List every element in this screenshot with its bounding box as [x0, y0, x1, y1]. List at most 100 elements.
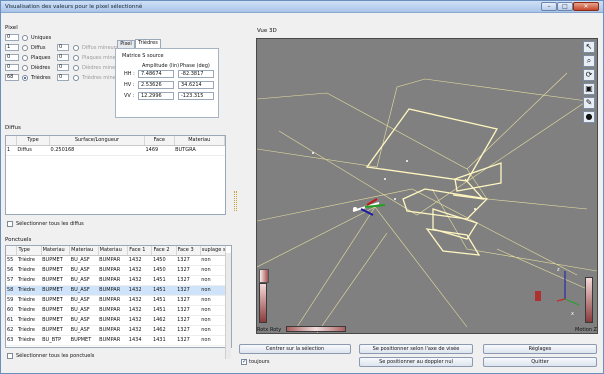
- table-cell: 1327: [176, 305, 201, 316]
- count-field[interactable]: 0: [5, 54, 19, 61]
- table-row[interactable]: 61 Trièdre BUPMET BU_ASF BUMPAR 1432 1462 1327 n…: [6, 315, 226, 326]
- 3d-scene[interactable]: z x: [256, 39, 598, 334]
- table-row[interactable]: 63 Trièdre BU_BTP BUPMET BUMPAR 1434 1431 1327 n…: [6, 335, 226, 346]
- quit-button[interactable]: Quitter: [483, 357, 597, 367]
- table-cell: non: [200, 325, 226, 336]
- table-cell: Trièdre: [16, 305, 42, 316]
- measure-icon[interactable]: ✎: [583, 97, 595, 109]
- minor-radio-3[interactable]: [73, 64, 79, 71]
- value-field[interactable]: 0: [57, 74, 69, 81]
- close-button[interactable]: ✕: [573, 2, 599, 11]
- settings-button[interactable]: Réglages: [483, 344, 597, 354]
- minor-label: Diffus mineurs: [82, 44, 119, 51]
- maximize-button[interactable]: □: [557, 2, 573, 11]
- type-radio-0[interactable]: [22, 34, 28, 41]
- table-cell: 1431: [151, 335, 177, 346]
- minor-radio-2[interactable]: [73, 54, 79, 61]
- type-radio-2[interactable]: [22, 54, 28, 61]
- phase-field[interactable]: -82.3817: [178, 70, 214, 78]
- table-cell: 1462: [151, 325, 177, 336]
- matrix-row-label: HH :: [124, 71, 135, 77]
- ponctuels-column-header[interactable]: Face 3: [176, 246, 201, 256]
- minimize-button[interactable]: –: [541, 2, 557, 11]
- rotate-icon[interactable]: ⟳: [583, 69, 595, 81]
- type-radio-1[interactable]: [22, 44, 28, 51]
- diffus-column-header[interactable]: Type: [16, 136, 50, 146]
- table-row[interactable]: 58 Trièdre BUPMET BU_ASF BUMPAR 1432 1451 1327 n…: [6, 285, 226, 296]
- rotx-slider[interactable]: [259, 283, 267, 323]
- table-cell: 1450: [151, 255, 177, 266]
- diffus-column-header[interactable]: Surface/Longueur: [49, 136, 145, 146]
- tab-pixel[interactable]: Pixel: [117, 40, 135, 48]
- roty-slider[interactable]: [286, 326, 346, 332]
- ponctuels-column-header[interactable]: Materiau: [41, 246, 71, 256]
- motion-z-slider[interactable]: [585, 277, 593, 323]
- ponctuels-column-header[interactable]: [6, 246, 18, 256]
- tab-triedres[interactable]: Trièdres: [135, 39, 161, 48]
- count-field[interactable]: 0: [5, 34, 19, 41]
- display-icon[interactable]: ▣: [583, 83, 595, 95]
- ponctuels-column-header[interactable]: Face 2: [151, 246, 177, 256]
- count-field[interactable]: 68: [5, 74, 19, 81]
- position-sight-axis-button[interactable]: Se positionner selon l'axe de visée: [359, 344, 473, 354]
- table-cell: BUPMET: [41, 265, 70, 276]
- diffus-column-header[interactable]: Materiau: [174, 136, 226, 146]
- table-cell: 1327: [176, 325, 201, 336]
- table-row[interactable]: 56 Trièdre BUPMET BU_ASF BUMPAR 1432 1450 1327 n…: [6, 265, 226, 276]
- table-row[interactable]: 59 Trièdre BUPMET BU_ASF BUMPAR 1432 1451 1327 n…: [6, 295, 226, 306]
- amplitude-field[interactable]: 2.53626: [138, 81, 174, 89]
- select-arrow-icon[interactable]: ↖: [583, 41, 595, 53]
- table-cell: BUPMET: [41, 255, 70, 266]
- count-field[interactable]: 0: [5, 64, 19, 71]
- minor-radio-4[interactable]: [73, 74, 79, 81]
- table-cell: BU_BTP: [41, 335, 70, 346]
- select-all-diffus-checkbox[interactable]: [7, 221, 13, 227]
- title-bar[interactable]: Visualisation des valeurs pour le pixel …: [1, 1, 603, 13]
- value-field[interactable]: 0: [57, 44, 69, 51]
- diffus-column-header[interactable]: Face: [144, 136, 175, 146]
- amplitude-field[interactable]: 12.2996: [138, 92, 174, 100]
- type-radio-3[interactable]: [22, 64, 28, 71]
- table-cell: 1432: [127, 265, 152, 276]
- phase-field[interactable]: 34.6214: [178, 81, 214, 89]
- type-radio-4[interactable]: [22, 74, 28, 81]
- select-all-ponctuels-checkbox[interactable]: [7, 353, 13, 359]
- table-cell: BU_ASF: [69, 315, 99, 326]
- color-icon[interactable]: ●: [583, 111, 595, 123]
- table-row[interactable]: 57 Trièdre BUPMET BU_ASF BUMPAR 1432 1451 1327 n…: [6, 275, 226, 286]
- table-cell: 1327: [176, 275, 201, 286]
- table-row[interactable]: 62 Trièdre BUPMET BU_ASF BUMPAR 1432 1462 1327 n…: [6, 325, 226, 336]
- view3d-canvas[interactable]: z x ↖ ⌕ ⟳ ▣ ✎ ●: [256, 38, 598, 334]
- table-row[interactable]: 55 Trièdre BUPMET BU_ASF BUMPAR 1432 1450 1327 n…: [6, 255, 226, 266]
- table-cell: 1451: [151, 275, 177, 286]
- ponctuels-column-header[interactable]: Type: [16, 246, 42, 256]
- ponctuels-scrollbar[interactable]: [225, 253, 231, 359]
- minor-radio-1[interactable]: [73, 44, 79, 51]
- value-field[interactable]: 0: [57, 54, 69, 61]
- table-cell: 62: [6, 325, 17, 336]
- toujours-checkbox[interactable]: [241, 358, 247, 365]
- table-cell: Diffus: [16, 145, 50, 156]
- table-cell: BUMPAR: [98, 265, 128, 276]
- ponctuels-column-header[interactable]: suplage s: [200, 246, 227, 256]
- center-selection-button[interactable]: Centrer sur la sélection: [239, 344, 351, 354]
- position-doppler-button[interactable]: Se positionner au doppler nul: [359, 357, 473, 367]
- table-row[interactable]: 60 Trièdre BUPMET BU_ASF BUMPAR 1432 1451 1327 n…: [6, 305, 226, 316]
- table-cell: non: [200, 255, 226, 266]
- table-cell: BUPMET: [41, 295, 70, 306]
- zoom-icon[interactable]: ⌕: [583, 55, 595, 67]
- table-cell: Trièdre: [16, 315, 42, 326]
- count-field[interactable]: 1: [5, 44, 19, 51]
- panel-splitter[interactable]: [234, 191, 237, 211]
- value-field[interactable]: 0: [57, 64, 69, 71]
- ponctuels-column-header[interactable]: Face 1: [127, 246, 153, 256]
- ponctuels-column-header[interactable]: Materiau: [69, 246, 99, 256]
- diffus-column-header[interactable]: [6, 136, 17, 146]
- table-cell: BUMPAR: [98, 295, 128, 306]
- phase-field[interactable]: -123.315: [178, 92, 214, 100]
- table-row[interactable]: 1 Diffus 0.250168 1469 BUTGRA: [6, 145, 225, 156]
- table-cell: 1327: [176, 315, 201, 326]
- table-cell: 55: [6, 255, 17, 266]
- ponctuels-column-header[interactable]: Materiau: [98, 246, 129, 256]
- amplitude-field[interactable]: 7.48674: [138, 70, 174, 78]
